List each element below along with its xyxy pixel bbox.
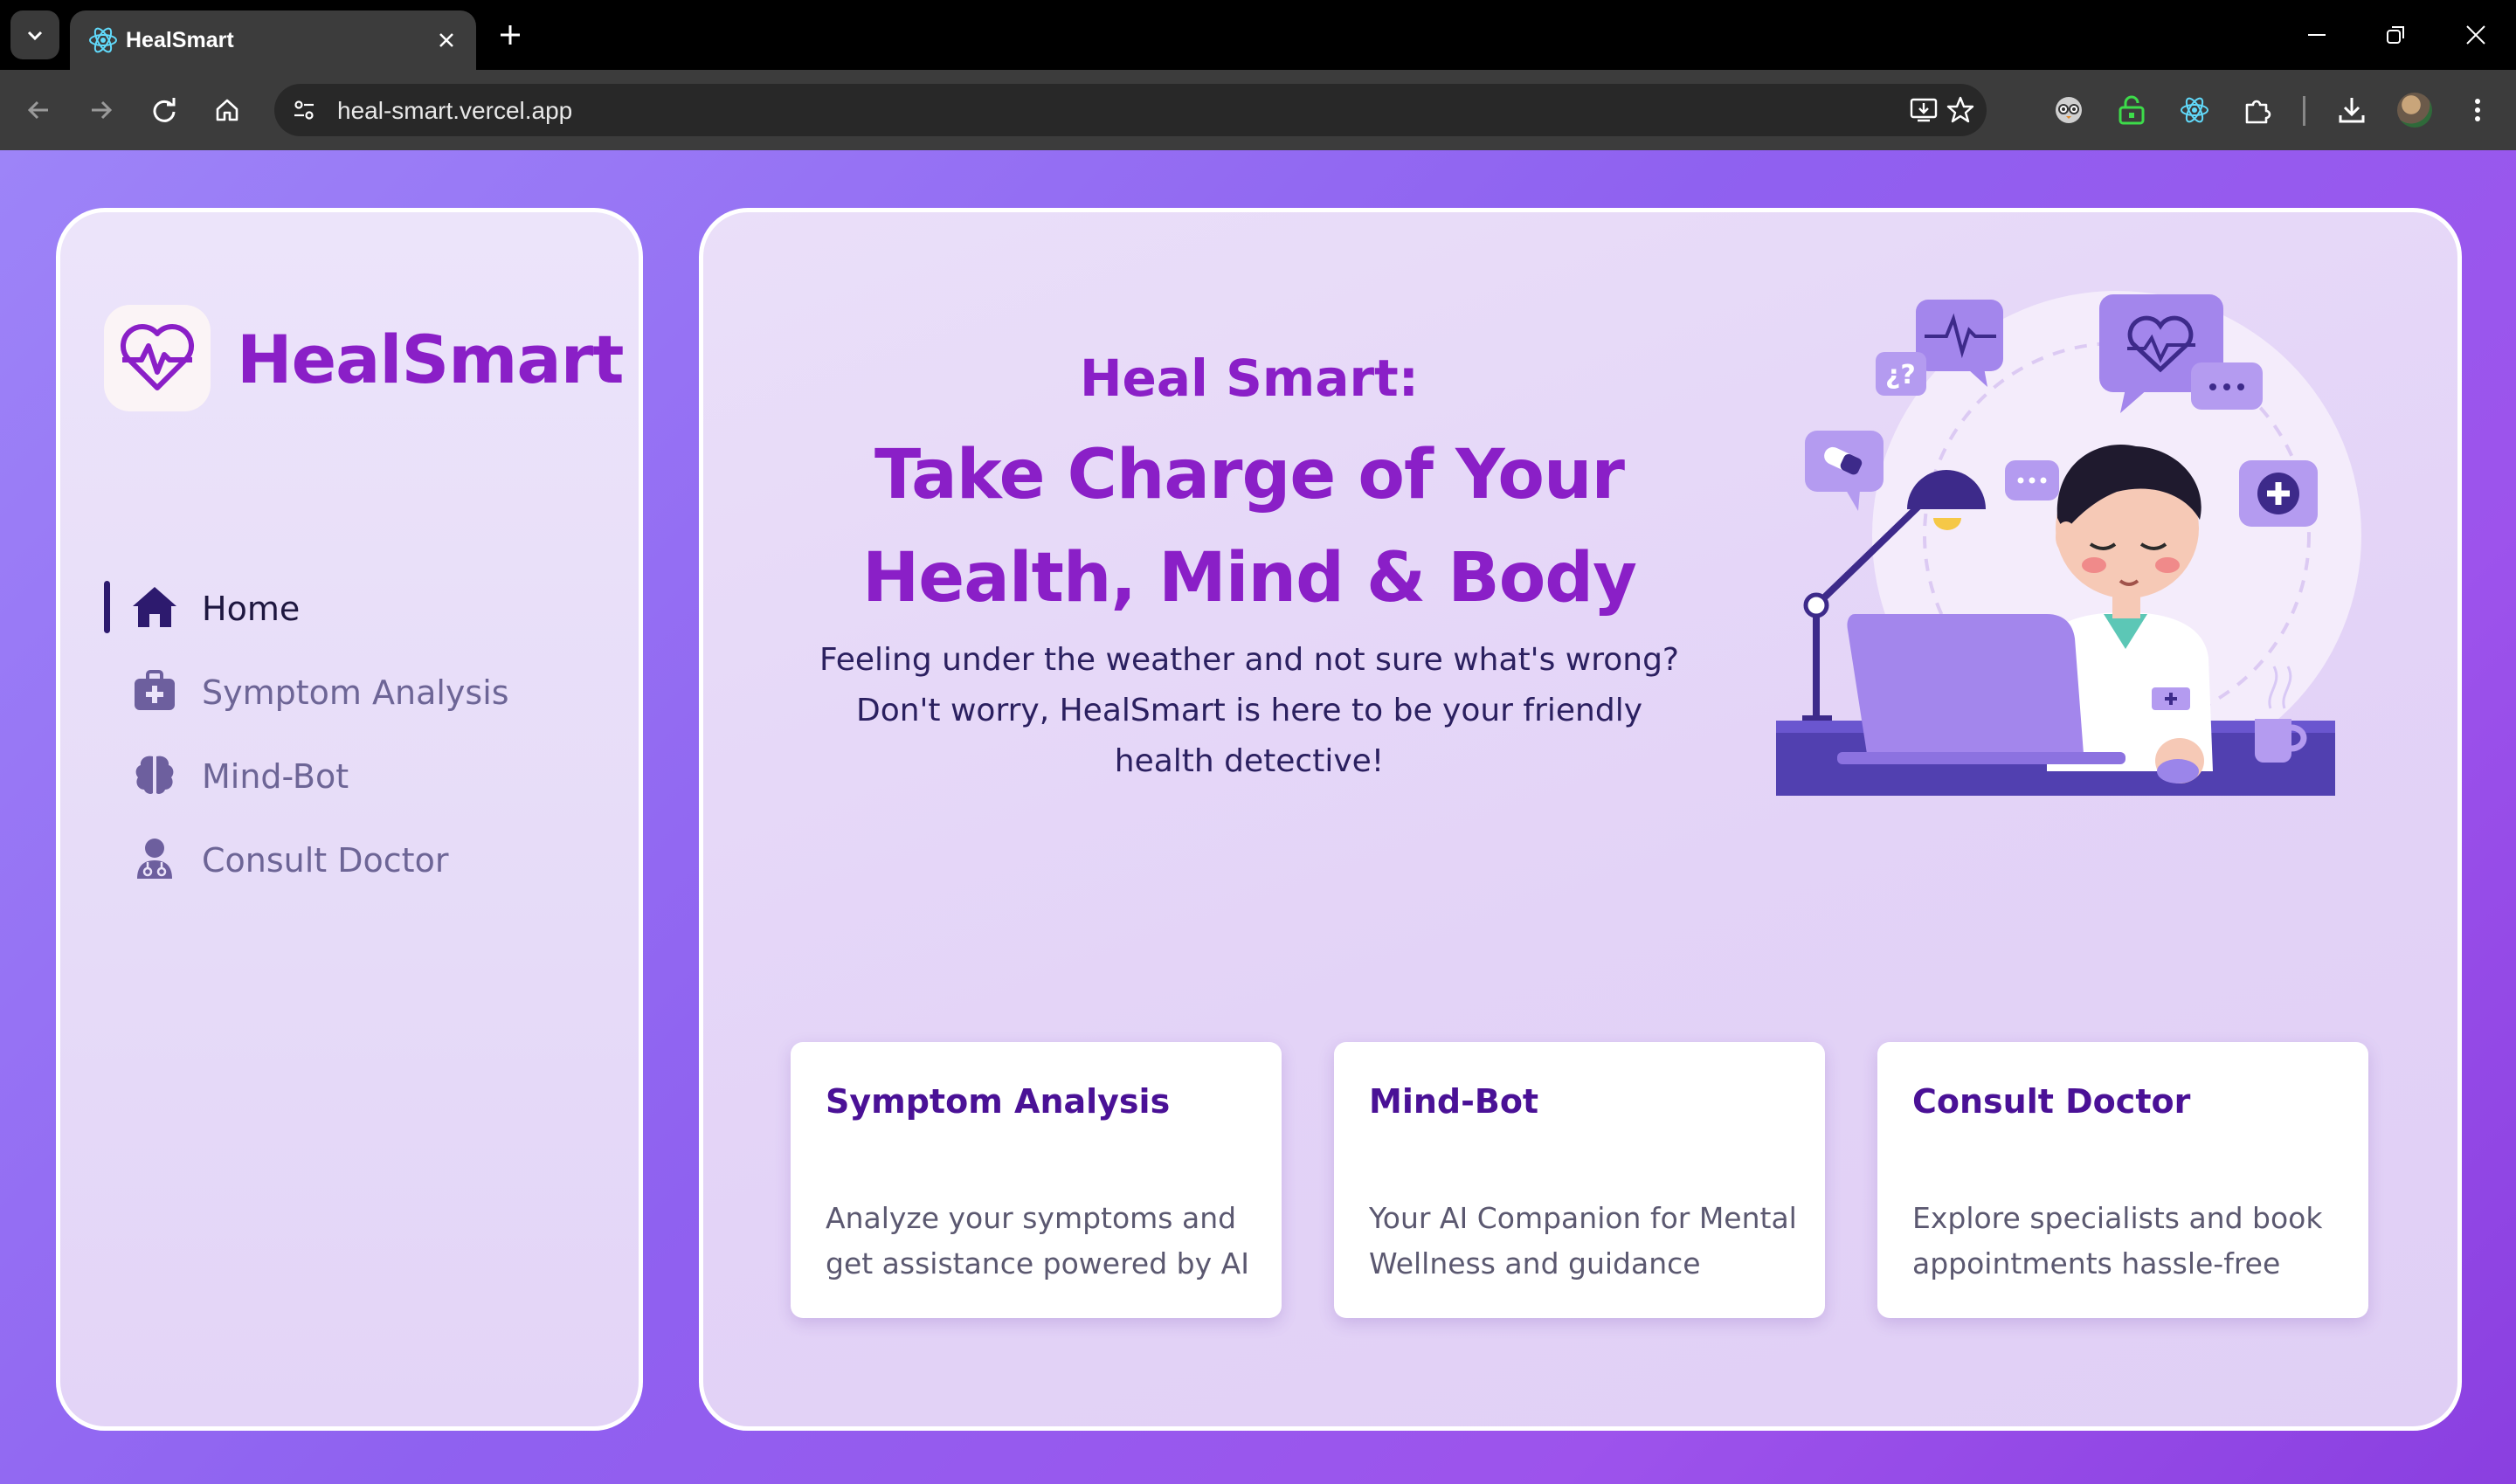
forward-button[interactable] xyxy=(80,89,122,131)
minimize-button[interactable] xyxy=(2291,12,2343,58)
extension-react-icon[interactable] xyxy=(2174,89,2215,131)
pill-bubble-icon xyxy=(1805,431,1884,511)
doctor-illustration: ¿? xyxy=(1767,282,2379,841)
hero-pretitle: Heal Smart: xyxy=(1080,349,1419,408)
hero-title-line-1: Take Charge of Your xyxy=(874,436,1625,514)
card-description: Your AI Companion for Mental Wellness an… xyxy=(1369,1201,1797,1280)
close-icon xyxy=(2466,25,2485,45)
card-title: Symptom Analysis xyxy=(826,1082,1171,1121)
question-bubble-icon: ¿? xyxy=(1876,352,1926,396)
extensions-puzzle-icon[interactable] xyxy=(2236,89,2278,131)
restore-button[interactable] xyxy=(2369,12,2422,58)
close-window-button[interactable] xyxy=(2450,12,2502,58)
card-mind-bot[interactable]: Mind-Bot Your AI Companion for Mental We… xyxy=(1334,1042,1825,1318)
active-indicator xyxy=(104,581,110,633)
reload-icon xyxy=(153,98,176,122)
svg-text:¿?: ¿? xyxy=(1885,360,1916,390)
sidebar-item-consult-doctor[interactable]: Consult Doctor xyxy=(104,824,593,894)
card-title: Consult Doctor xyxy=(1912,1082,2191,1121)
browser-tab[interactable]: HealSmart xyxy=(70,10,476,70)
bookmark-star-icon[interactable] xyxy=(1943,93,1978,128)
small-dots-bubble-icon xyxy=(2005,460,2059,500)
sidebar-item-label: Mind-Bot xyxy=(202,757,349,796)
sidebar-item-label: Consult Doctor xyxy=(202,841,449,880)
install-app-icon[interactable] xyxy=(1906,93,1941,128)
new-tab-button[interactable] xyxy=(489,14,531,56)
react-favicon-icon xyxy=(87,24,119,56)
hero: Heal Smart: Take Charge of Your Health, … xyxy=(808,343,1690,787)
chevron-down-icon xyxy=(27,31,43,41)
main-panel: Heal Smart: Take Charge of Your Health, … xyxy=(699,208,2462,1431)
hero-title-line-2: Health, Mind & Body xyxy=(862,539,1637,618)
hero-subtitle: Feeling under the weather and not sure w… xyxy=(819,642,1680,779)
tab-search-button[interactable] xyxy=(10,10,59,59)
downloads-icon[interactable] xyxy=(2331,89,2373,131)
heart-pulse-icon xyxy=(120,323,195,390)
brand-name: HealSmart xyxy=(237,321,625,398)
home-button[interactable] xyxy=(206,89,248,131)
dots-bubble-icon xyxy=(2191,362,2263,410)
sidebar-item-symptom-analysis[interactable]: Symptom Analysis xyxy=(104,656,593,726)
card-description: Analyze your symptoms and get assistance… xyxy=(826,1201,1249,1280)
sidebar-item-label: Symptom Analysis xyxy=(202,673,509,712)
sidebar-item-mind-bot[interactable]: Mind-Bot xyxy=(104,740,593,810)
site-info-icon[interactable] xyxy=(287,93,321,128)
forward-arrow-icon xyxy=(92,100,113,120)
minimize-icon xyxy=(2308,34,2326,36)
back-arrow-icon xyxy=(27,100,48,120)
sidebar: HealSmart Home Symptom Analysis Mind-Bot xyxy=(56,208,643,1431)
reload-button[interactable] xyxy=(143,89,185,131)
extension-owl-icon[interactable] xyxy=(2048,89,2090,131)
card-title: Mind-Bot xyxy=(1369,1082,1539,1121)
hero-title: Take Charge of Your Health, Mind & Body xyxy=(808,424,1690,630)
brain-icon xyxy=(130,752,179,797)
page-background: HealSmart Home Symptom Analysis Mind-Bot xyxy=(0,150,2516,1484)
card-description: Explore specialists and book appointment… xyxy=(1912,1201,2323,1280)
sidebar-item-label: Home xyxy=(202,590,301,628)
doctor-icon xyxy=(130,836,179,881)
tab-close-icon[interactable] xyxy=(429,23,464,58)
browser-tab-bar: HealSmart xyxy=(0,0,2516,70)
extension-lock-icon[interactable] xyxy=(2111,89,2153,131)
plus-bubble-icon xyxy=(2239,460,2318,527)
home-icon xyxy=(130,584,179,630)
logo[interactable] xyxy=(104,305,211,411)
plus-icon xyxy=(501,25,520,45)
medical-kit-icon xyxy=(130,668,179,714)
profile-avatar[interactable] xyxy=(2397,93,2432,128)
address-bar[interactable]: heal-smart.vercel.app xyxy=(274,84,1987,136)
toolbar-separator xyxy=(2303,96,2305,126)
browser-menu-icon[interactable] xyxy=(2457,89,2499,131)
sidebar-item-home[interactable]: Home xyxy=(104,572,593,642)
home-outline-icon xyxy=(216,99,238,121)
back-button[interactable] xyxy=(17,89,59,131)
card-consult-doctor[interactable]: Consult Doctor Explore specialists and b… xyxy=(1877,1042,2368,1318)
tab-title: HealSmart xyxy=(126,28,234,52)
card-symptom-analysis[interactable]: Symptom Analysis Analyze your symptoms a… xyxy=(791,1042,1282,1318)
restore-icon xyxy=(2387,26,2404,44)
browser-toolbar: heal-smart.vercel.app xyxy=(0,70,2516,150)
url-text[interactable]: heal-smart.vercel.app xyxy=(337,97,572,125)
